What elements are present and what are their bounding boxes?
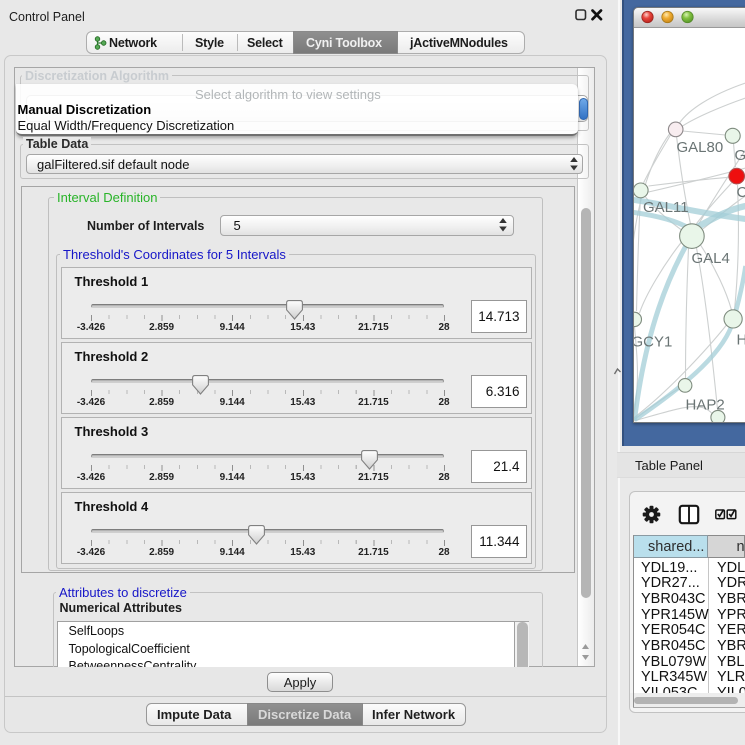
svg-text:H: H <box>736 332 745 349</box>
svg-text:GAL4: GAL4 <box>691 250 729 267</box>
svg-text:HAP2: HAP2 <box>685 397 724 414</box>
svg-text:GCY1: GCY1 <box>634 334 672 351</box>
svg-text:GAL11: GAL11 <box>643 199 689 216</box>
svg-text:GA: GA <box>734 147 745 164</box>
svg-text:GAL80: GAL80 <box>676 139 723 156</box>
svg-text:C: C <box>736 184 745 201</box>
